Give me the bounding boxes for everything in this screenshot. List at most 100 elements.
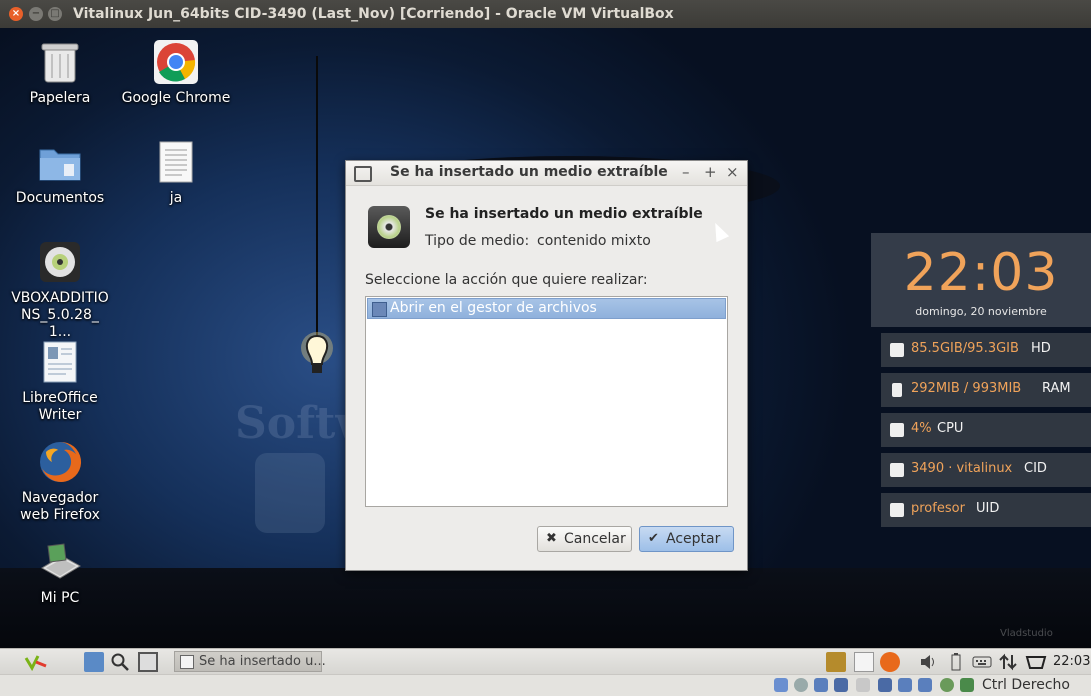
host-titlebar: × − □ Vitalinux Jun_64bits CID-3490 (Las… [0,0,1091,28]
battery-icon[interactable] [946,652,966,672]
clock-time: 22:03 [903,243,1059,303]
dialog-title: Se ha insertado un medio extraíble [390,164,668,180]
tray-writer-icon[interactable] [854,652,874,672]
cpu-icon [890,423,904,437]
file-manager-icon[interactable] [84,652,104,672]
wallpaper-credit: Vladstudio [1000,628,1053,639]
search-icon[interactable] [110,652,130,672]
media-type-label: Tipo de medio: [425,233,530,249]
clock-date: domingo, 20 noviembre [915,305,1047,318]
conky-unit: CPU [937,421,964,436]
desktop-icon-label: Papelera [29,90,91,106]
desktop-icon-label: Navegador web Firefox [20,490,100,523]
action-list[interactable]: Abrir en el gestor de archivos [365,296,728,507]
light-bulb-icon [301,332,333,373]
window-icon [180,655,194,669]
desktop-icon-label: Mi PC [40,590,80,606]
window-menu-icon[interactable] [354,166,372,182]
id-card-icon [890,463,904,477]
display-status-icon[interactable] [878,678,892,692]
dialog-titlebar[interactable]: Se ha insertado un medio extraíble – + × [346,161,747,186]
volume-icon[interactable] [918,652,938,672]
dialog-heading: Se ha insertado un medio extraíble [425,206,703,222]
hard-disk-status-icon[interactable] [774,678,788,692]
cpu-status-icon[interactable] [918,678,932,692]
network-icon[interactable] [998,652,1018,672]
conky-unit: RAM [1042,381,1071,396]
tray-firefox-icon[interactable] [880,652,900,672]
wallpaper-ground [0,568,1091,648]
cd-icon [36,238,84,286]
usb-status-icon[interactable] [834,678,848,692]
dialog-minimize-button[interactable]: – [682,163,690,181]
desktop-icon-mi-pc[interactable]: Mi PC [5,538,115,607]
folder-icon [36,138,84,186]
action-list-item[interactable]: Abrir en el gestor de archivos [367,298,726,319]
host-key-label: Ctrl Derecho [982,677,1070,693]
host-close-button[interactable]: × [9,7,23,21]
media-type-value: contenido mixto [537,233,651,249]
desktop-icon-libreoffice-writer[interactable]: LibreOffice Writer [5,338,115,424]
dialog-close-button[interactable]: × [726,163,739,181]
show-desktop-icon[interactable] [138,652,158,672]
guest-additions-status-icon[interactable] [940,678,954,692]
conky-clock-widget: 22:03 domingo, 20 noviembre [871,233,1091,327]
conky-row-uid: profesor UID [881,493,1091,527]
conky-value: profesor [911,501,965,516]
writer-icon [36,338,84,386]
guest-taskbar: Se ha insertado u... 22:03 [0,648,1091,675]
virtualbox-statusbar: Ctrl Derecho [0,674,1091,696]
chrome-icon [152,38,200,86]
notification-icon[interactable] [1024,652,1048,672]
taskbar-window-label: Se ha insertado u... [199,654,326,669]
conky-row-ram: 292MIB / 993MIB RAM [881,373,1091,407]
conky-row-hd: 85.5GIB/95.3GIB HD [881,333,1091,367]
text-file-icon [152,138,200,186]
desktop-icon-papelera[interactable]: Papelera [5,38,115,107]
dialog-maximize-button[interactable]: + [704,163,717,181]
conky-unit: CID [1024,461,1047,476]
desktop-icon-google-chrome[interactable]: Google Chrome [121,38,231,107]
firefox-icon [36,438,84,486]
lamp-cord [316,56,318,341]
cancel-button[interactable]: ✖ Cancelar [537,526,632,552]
action-list-item-label: Abrir en el gestor de archivos [390,300,597,316]
accept-button[interactable]: ✔ Aceptar [639,526,734,552]
desktop-icon-label: LibreOffice Writer [22,390,98,423]
taskbar-clock[interactable]: 22:03 [1053,654,1090,669]
ram-icon [892,383,902,397]
conky-unit: UID [976,501,1000,516]
desktop-icon-ja[interactable]: ja [121,138,231,207]
check-icon: ✔ [648,531,659,546]
desktop-icon-label: Google Chrome [121,90,231,106]
conky-row-cid: 3490 · vitalinux CID [881,453,1091,487]
desktop-icon-label: VBOXADDITIONS_5.0.28_1... [11,290,109,340]
conky-value: 4% [911,421,932,436]
trash-icon [36,38,84,86]
host-maximize-button[interactable]: □ [48,7,62,21]
tray-app-icon[interactable] [826,652,846,672]
thumbs-up-watermark-icon [255,453,325,533]
cancel-icon: ✖ [546,531,557,546]
keyboard-icon[interactable] [972,652,992,672]
host-minimize-button[interactable]: − [29,7,43,21]
desktop-icon-vboxadditions[interactable]: VBOXADDITIONS_5.0.28_1... [5,238,115,341]
video-capture-status-icon[interactable] [898,678,912,692]
taskbar-window-button[interactable]: Se ha insertado u... [174,651,326,672]
desktop-icon-documentos[interactable]: Documentos [5,138,115,207]
desktop-icon-label: ja [169,190,183,206]
cancel-button-label: Cancelar [564,531,626,547]
file-manager-icon [372,302,387,317]
vitalinux-menu-icon[interactable] [24,652,47,672]
shared-folders-status-icon[interactable] [856,678,870,692]
accept-button-label: Aceptar [666,531,721,547]
optical-drive-status-icon[interactable] [794,678,808,692]
cd-icon [368,206,410,248]
desktop-icon-firefox[interactable]: Navegador web Firefox [5,438,115,524]
removable-media-dialog: Se ha insertado un medio extraíble – + ×… [345,160,748,571]
network-status-icon[interactable] [814,678,828,692]
mouse-integration-status-icon[interactable] [960,678,974,692]
user-icon [890,503,904,517]
host-window-title: Vitalinux Jun_64bits CID-3490 (Last_Nov)… [73,6,674,22]
disk-icon [890,343,904,357]
